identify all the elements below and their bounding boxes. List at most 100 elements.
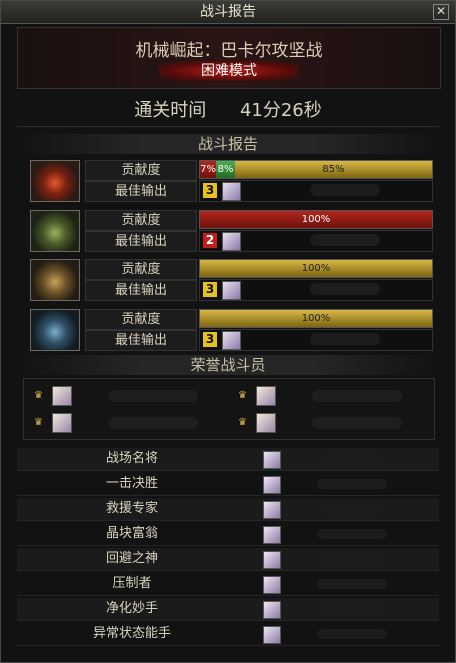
crown-icon: ♛: [238, 417, 247, 428]
rank-badge: 3: [203, 332, 217, 347]
redacted-name: [310, 184, 380, 196]
redacted-name: [317, 479, 387, 489]
best-output-label: 最佳输出: [85, 181, 197, 202]
best-output-row: 3: [199, 180, 433, 202]
award-name: 净化妙手: [105, 601, 158, 616]
redacted-name: [317, 629, 387, 639]
award-name: 压制者: [112, 576, 152, 591]
redacted-name: [108, 390, 198, 402]
contribution-label: 贡献度: [85, 309, 197, 330]
contribution-label: 贡献度: [85, 160, 197, 181]
contribution-bar: 7% 8% 85%: [199, 160, 433, 179]
contribution-bar: 100%: [199, 210, 433, 229]
player-row[interactable]: 贡献度 7% 8% 85% 最佳输出 3: [27, 158, 433, 202]
battle-report-window: 战斗报告 ✕ 机械崛起：巴卡尔攻坚战 困难模式 通关时间 41分26秒 战斗报告…: [0, 0, 456, 663]
redacted-name: [310, 234, 380, 246]
redacted-name: [317, 504, 387, 514]
avatar: [52, 386, 72, 406]
avatar: [256, 386, 276, 406]
redacted-name: [310, 283, 380, 295]
redacted-name: [312, 390, 402, 402]
crown-icon: ♛: [34, 390, 43, 401]
avatar: [263, 576, 281, 594]
contribution-segment: 100%: [200, 260, 432, 277]
rank-badge: 2: [203, 233, 217, 248]
contribution-segment: 85%: [234, 161, 432, 178]
contribution-label: 贡献度: [85, 210, 197, 231]
avatar: [52, 413, 72, 433]
redacted-name: [317, 554, 387, 564]
avatar: [256, 413, 276, 433]
redacted-name: [317, 579, 387, 589]
clear-time-label: 通关时间: [134, 100, 207, 121]
player-row[interactable]: 贡献度 100% 最佳输出 3: [27, 257, 433, 301]
rank-badge: 3: [203, 282, 217, 297]
avatar: [263, 601, 281, 619]
award-row[interactable]: 晶块富翁: [17, 523, 439, 546]
contribution-segment: 8%: [216, 161, 235, 178]
avatar: [263, 476, 281, 494]
award-name: 回避之神: [105, 551, 158, 566]
award-name: 一击决胜: [105, 476, 158, 491]
green-warrior-icon: [30, 210, 80, 252]
avatar: [222, 331, 241, 350]
award-row[interactable]: 净化妙手: [17, 598, 439, 621]
contribution-label: 贡献度: [85, 259, 197, 280]
award-row[interactable]: 回避之神: [17, 548, 439, 571]
award-row[interactable]: 战场名将: [17, 448, 439, 471]
player-row[interactable]: 贡献度 100% 最佳输出 3: [27, 307, 433, 351]
clear-time-row: 通关时间 41分26秒: [17, 96, 439, 127]
award-name: 异常状态能手: [92, 626, 171, 641]
close-icon[interactable]: ✕: [433, 4, 449, 20]
avatar: [263, 501, 281, 519]
window-titlebar[interactable]: 战斗报告 ✕: [1, 1, 455, 24]
clear-time-value: 41分26秒: [239, 100, 322, 121]
best-output-label: 最佳输出: [85, 280, 197, 301]
redacted-name: [317, 529, 387, 539]
award-name: 晶块富翁: [105, 526, 158, 541]
best-output-label: 最佳输出: [85, 330, 197, 351]
blue-warrior-icon: [30, 309, 80, 351]
crown-icon: ♛: [34, 417, 43, 428]
award-list: 战场名将一击决胜救援专家晶块富翁回避之神压制者净化妙手异常状态能手: [17, 446, 439, 658]
contribution-segment: 7%: [200, 161, 217, 178]
report-section-title: 战斗报告: [17, 134, 439, 154]
gold-warrior-icon: [30, 259, 80, 301]
honor-section-title: 荣誉战斗员: [17, 355, 439, 375]
dungeon-banner: 机械崛起：巴卡尔攻坚战 困难模式: [17, 27, 441, 89]
avatar: [263, 626, 281, 644]
honor-panel: ♛ ♛ ♛ ♛: [23, 378, 435, 440]
difficulty-mode: 困难模式: [159, 61, 299, 81]
honor-slot[interactable]: ♛: [28, 384, 223, 408]
avatar: [263, 451, 281, 469]
honor-slot[interactable]: ♛: [28, 411, 223, 435]
crown-icon: ♛: [238, 390, 247, 401]
award-row[interactable]: 异常状态能手: [17, 623, 439, 646]
avatar: [222, 232, 241, 251]
redacted-name: [312, 417, 402, 429]
award-row[interactable]: 一击决胜: [17, 473, 439, 496]
award-name: 救援专家: [105, 501, 158, 516]
best-output-row: 3: [199, 279, 433, 301]
contribution-bar: 100%: [199, 259, 433, 278]
contribution-segment: 100%: [200, 310, 432, 327]
player-row[interactable]: 贡献度 100% 最佳输出 2: [27, 208, 433, 252]
award-row[interactable]: 救援专家: [17, 498, 439, 521]
best-output-row: 3: [199, 329, 433, 351]
avatar: [222, 281, 241, 300]
contribution-bar: 100%: [199, 309, 433, 328]
redacted-name: [108, 417, 198, 429]
window-title: 战斗报告: [200, 4, 256, 20]
redacted-name: [310, 333, 380, 345]
avatar: [263, 526, 281, 544]
honor-slot[interactable]: ♛: [232, 411, 427, 435]
rank-badge: 3: [203, 183, 217, 198]
dungeon-name: 机械崛起：巴卡尔攻坚战: [135, 41, 323, 61]
avatar: [222, 182, 241, 201]
redacted-name: [317, 604, 387, 614]
award-name: 战场名将: [105, 451, 158, 466]
best-output-label: 最佳输出: [85, 231, 197, 252]
award-row[interactable]: 压制者: [17, 573, 439, 596]
honor-slot[interactable]: ♛: [232, 384, 427, 408]
redacted-name: [317, 454, 387, 464]
